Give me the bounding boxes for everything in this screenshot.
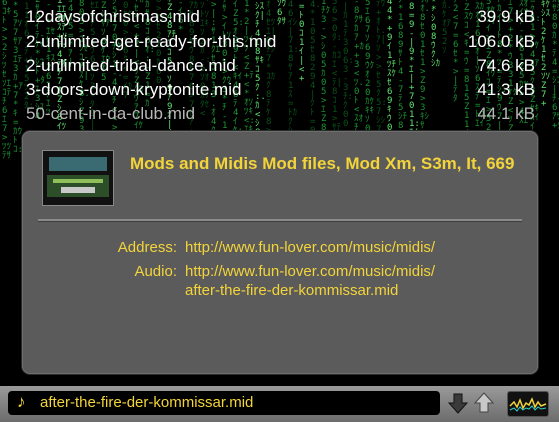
info-panel: Mods and Midis Mod files, Mod Xm, S3m, I… [22,131,538,374]
address-label: Address: [117,239,177,256]
next-track-button[interactable] [447,391,469,415]
panel-title: Mods and Midis Mod files, Mod Xm, S3m, I… [130,154,515,173]
waveform-icon [509,397,547,412]
list-item[interactable]: 50-cent-in-da-club.mid 44.1 kB [0,104,559,127]
music-note-icon: ♪ [17,392,26,411]
site-thumbnail [42,150,114,206]
list-item[interactable]: 12daysofchristmas.mid 39.9 kB [0,7,559,30]
file-size: 44.1 kB [477,104,535,123]
file-size: 74.6 kB [477,56,535,75]
list-item[interactable]: 2-unlimited-tribal-dance.mid 74.6 kB [0,56,559,79]
previous-track-button[interactable] [473,391,495,415]
file-name: 3-doors-down-kryptonite.mid [26,80,242,99]
file-name: 2-unlimited-get-ready-for-this.mid [26,32,277,51]
file-name: 50-cent-in-da-club.mid [26,104,196,123]
file-size: 106.0 kB [467,32,535,51]
file-size: 41.3 kB [477,80,535,99]
file-name: 12daysofchristmas.mid [26,7,200,26]
file-size: 39.9 kB [477,7,535,26]
audio-label: Audio: [134,263,177,280]
divider [38,219,522,222]
list-item[interactable]: 2-unlimited-get-ready-for-this.mid 106.0… [0,32,559,55]
now-playing-title: after-the-fire-der-kommissar.mid [40,394,254,411]
player-bar: ♪ after-the-fire-der-kommissar.mid [0,386,559,422]
audio-link[interactable]: http://www.fun-lover.com/music/midis/ af… [185,262,525,300]
arrow-down-icon [447,393,469,414]
list-item[interactable]: 3-doors-down-kryptonite.mid 41.3 kB [0,80,559,103]
file-name: 2-unlimited-tribal-dance.mid [26,56,236,75]
arrow-up-icon [473,392,495,413]
visualizer-button[interactable] [507,391,549,417]
address-link[interactable]: http://www.fun-lover.com/music/midis/ [185,238,525,257]
now-playing-display: ♪ after-the-fire-der-kommissar.mid [8,391,440,415]
